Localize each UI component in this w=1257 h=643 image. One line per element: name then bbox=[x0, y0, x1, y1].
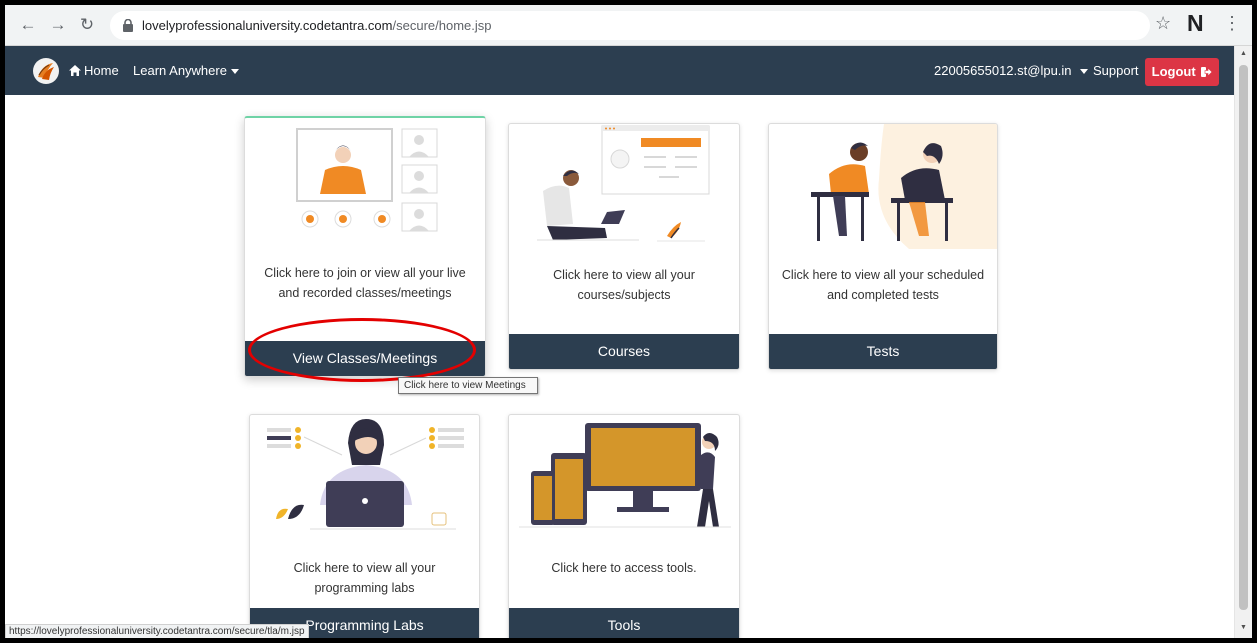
programming-labs-illustration bbox=[267, 419, 464, 530]
logout-label: Logout bbox=[1151, 64, 1196, 79]
lock-icon bbox=[123, 19, 133, 32]
bookmark-star-icon[interactable]: ☆ bbox=[1155, 13, 1171, 34]
chevron-down-icon bbox=[1079, 69, 1088, 75]
card-tests[interactable]: Click here to view all your scheduled an… bbox=[768, 123, 998, 370]
card-description: Click here to access tools. bbox=[551, 561, 697, 575]
forward-arrow-icon[interactable]: → bbox=[47, 14, 69, 36]
nav-learn-label: Learn Anywhere bbox=[133, 63, 227, 78]
logout-button[interactable]: Logout bbox=[1145, 58, 1219, 86]
back-arrow-icon[interactable]: ← bbox=[17, 14, 39, 36]
status-bar-url: https://lovelyprofessionaluniversity.cod… bbox=[5, 624, 309, 638]
browser-window: ← → ↻ lovelyprofessionaluniversity.codet… bbox=[5, 5, 1252, 638]
url-text: lovelyprofessionaluniversity.codetantra.… bbox=[142, 18, 492, 33]
tools-button[interactable]: Tools bbox=[509, 608, 739, 638]
video-meeting-illustration bbox=[296, 128, 438, 232]
courses-button[interactable]: Courses bbox=[509, 334, 739, 369]
scroll-down-icon[interactable]: ▼ bbox=[1240, 624, 1247, 631]
tooltip: Click here to view Meetings bbox=[398, 377, 538, 394]
logo-emblem-icon bbox=[34, 59, 58, 83]
nav-home-label: Home bbox=[84, 63, 119, 78]
address-bar[interactable]: lovelyprofessionaluniversity.codetantra.… bbox=[110, 11, 1150, 40]
card-description: Click here to view all your courses/subj… bbox=[553, 268, 695, 302]
nav-home[interactable]: Home bbox=[69, 63, 119, 78]
card-tools[interactable]: Click here to access tools. Tools bbox=[508, 414, 740, 638]
tests-illustration bbox=[811, 124, 997, 249]
app-navbar: Home Learn Anywhere 22005655012.st@lpu.i… bbox=[5, 46, 1234, 95]
url-host: lovelyprofessionaluniversity.codetantra.… bbox=[142, 18, 393, 33]
card-programming-labs[interactable]: Click here to view all your programming … bbox=[249, 414, 480, 638]
highlight-annotation-ellipse bbox=[248, 318, 476, 382]
reload-icon[interactable]: ↻ bbox=[76, 14, 98, 36]
browser-toolbar: ← → ↻ lovelyprofessionaluniversity.codet… bbox=[5, 5, 1252, 46]
tests-button[interactable]: Tests bbox=[769, 334, 997, 369]
profile-avatar[interactable]: N bbox=[1187, 10, 1204, 37]
card-description: Click here to view all your scheduled an… bbox=[781, 268, 985, 302]
card-description: Click here to view all your programming … bbox=[293, 561, 436, 595]
home-icon bbox=[69, 65, 81, 76]
tools-illustration bbox=[519, 423, 731, 528]
nav-user-label: 22005655012.st@lpu.in bbox=[934, 63, 1072, 78]
sign-out-icon bbox=[1201, 67, 1213, 77]
scroll-thumb[interactable] bbox=[1239, 65, 1248, 610]
scroll-up-icon[interactable]: ▲ bbox=[1240, 50, 1247, 57]
card-courses[interactable]: Click here to view all your courses/subj… bbox=[508, 123, 740, 370]
kebab-menu-icon[interactable]: ⋮ bbox=[1223, 13, 1241, 34]
university-logo[interactable] bbox=[33, 58, 59, 84]
nav-learn-anywhere[interactable]: Learn Anywhere bbox=[133, 63, 239, 78]
nav-user-menu[interactable]: 22005655012.st@lpu.in bbox=[934, 63, 1088, 78]
url-path: /secure/home.jsp bbox=[392, 18, 492, 33]
courses-illustration bbox=[537, 125, 710, 242]
card-description: Click here to join or view all your live… bbox=[264, 266, 466, 300]
chevron-down-icon bbox=[230, 69, 239, 75]
page-scrollbar[interactable]: ▲ ▼ bbox=[1234, 46, 1252, 638]
nav-support[interactable]: Support bbox=[1093, 63, 1139, 78]
